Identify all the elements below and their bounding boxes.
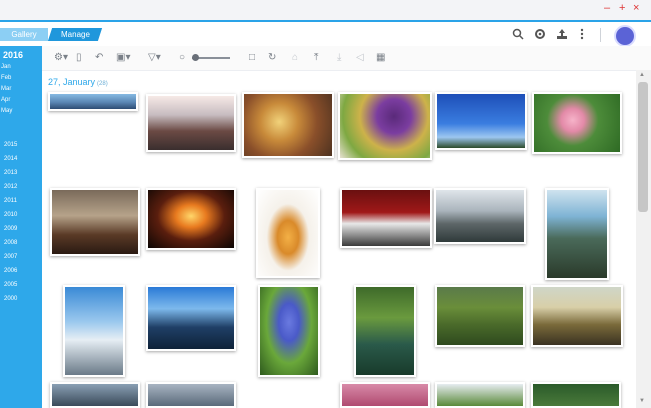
photo-thumbnail[interactable]	[50, 188, 140, 256]
photo-thumbnail[interactable]	[354, 285, 416, 377]
maximize-button[interactable]: +	[619, 2, 625, 14]
toolbar: ⚙▾ ▯ ↶ ▣▾ ▽▾ ○ □ ↻ ⌂ ⤒ ⤓ ◁ ▦	[42, 46, 651, 71]
select-icon[interactable]: ▯	[76, 51, 82, 64]
photo-thumbnail[interactable]	[435, 382, 525, 408]
photo-thumbnail[interactable]	[242, 92, 334, 158]
photo-thumbnail[interactable]	[545, 188, 609, 280]
avatar[interactable]	[614, 25, 636, 47]
timeline-sidebar: 2016 Jan Feb Mar Apr May 2015 2014 2013 …	[0, 46, 42, 408]
refresh-icon[interactable]: ↻	[268, 51, 276, 64]
vertical-scrollbar[interactable]: ▲ ▼	[636, 70, 651, 408]
gear-icon[interactable]	[532, 26, 548, 42]
photo-thumbnail[interactable]	[531, 382, 621, 408]
date-group-title: 27, January	[48, 77, 96, 87]
sidebar-month[interactable]: Mar	[1, 86, 43, 92]
sidebar-month[interactable]: May	[1, 108, 43, 114]
sidebar-year[interactable]: 2010	[4, 212, 46, 218]
photo-thumbnail[interactable]	[50, 382, 140, 408]
tab-gallery[interactable]: Gallery	[0, 28, 48, 41]
sidebar-year[interactable]: 2015	[4, 142, 46, 148]
photo-thumbnail[interactable]	[146, 285, 236, 351]
move-up-icon[interactable]: ⤒	[314, 51, 318, 64]
sidebar-year[interactable]: 2000	[4, 296, 46, 302]
scrollbar-thumb[interactable]	[638, 82, 648, 212]
photo-thumbnail[interactable]	[48, 92, 138, 111]
search-icon[interactable]	[510, 26, 526, 42]
settings-menu-icon[interactable]: ⚙▾	[54, 51, 68, 64]
close-button[interactable]: ×	[633, 2, 639, 14]
date-group-count: (28)	[97, 81, 108, 87]
sidebar-year-current[interactable]: 2016	[3, 50, 45, 60]
view-mode-icon[interactable]: ▣▾	[116, 51, 130, 64]
filter-icon[interactable]: ▽▾	[148, 51, 161, 64]
window-titlebar: – + ×	[0, 0, 651, 22]
rotate-icon[interactable]: ↶	[95, 51, 103, 64]
scroll-down-icon[interactable]: ▼	[639, 398, 645, 404]
zoom-out-icon[interactable]: ○	[179, 51, 185, 64]
photo-thumbnail[interactable]	[532, 92, 622, 154]
photo-thumbnail[interactable]	[435, 92, 527, 150]
header-divider	[600, 28, 601, 42]
scroll-up-icon[interactable]: ▲	[639, 72, 645, 78]
sidebar-year[interactable]: 2012	[4, 184, 46, 190]
sidebar-year[interactable]: 2006	[4, 268, 46, 274]
zoom-in-icon[interactable]: □	[249, 51, 255, 64]
tab-manage[interactable]: Manage	[47, 28, 103, 41]
photo-thumbnail[interactable]	[146, 382, 236, 408]
minimize-button[interactable]: –	[604, 2, 610, 14]
sidebar-year[interactable]: 2009	[4, 226, 46, 232]
sidebar-year[interactable]: 2008	[4, 240, 46, 246]
sidebar-year[interactable]: 2007	[4, 254, 46, 260]
sidebar-month[interactable]: Feb	[1, 75, 43, 81]
photo-thumbnail[interactable]	[146, 188, 236, 250]
photo-grid: 27, January (28)	[42, 70, 636, 408]
photo-thumbnail[interactable]	[340, 382, 430, 408]
photo-thumbnail[interactable]	[146, 94, 236, 152]
photo-thumbnail[interactable]	[434, 188, 526, 244]
download-icon[interactable]: ⤓	[337, 51, 341, 64]
zoom-slider-handle[interactable]	[192, 54, 199, 61]
tab-bar: Gallery Manage	[0, 22, 651, 47]
upload-icon[interactable]	[554, 26, 570, 42]
photo-thumbnail[interactable]	[435, 285, 525, 347]
sidebar-year[interactable]: 2011	[4, 198, 46, 204]
photo-thumbnail[interactable]	[63, 285, 125, 377]
share-icon[interactable]: ◁	[356, 51, 364, 64]
sidebar-year[interactable]: 2005	[4, 282, 46, 288]
photo-thumbnail[interactable]	[256, 188, 320, 278]
info-icon[interactable]: ▦	[376, 51, 385, 64]
sidebar-month[interactable]: Jan	[1, 64, 43, 70]
sidebar-year[interactable]: 2014	[4, 156, 46, 162]
more-vertical-icon[interactable]	[574, 26, 590, 42]
tab-manage-label: Manage	[60, 30, 90, 39]
photo-thumbnail[interactable]	[258, 285, 320, 377]
photo-thumbnail[interactable]	[338, 92, 432, 160]
photo-thumbnail[interactable]	[531, 285, 623, 347]
photo-thumbnail[interactable]	[340, 188, 432, 248]
sidebar-year[interactable]: 2013	[4, 170, 46, 176]
sidebar-month[interactable]: Apr	[1, 97, 43, 103]
date-group-label: 27, January (28)	[48, 77, 108, 87]
home-icon[interactable]: ⌂	[292, 51, 298, 64]
